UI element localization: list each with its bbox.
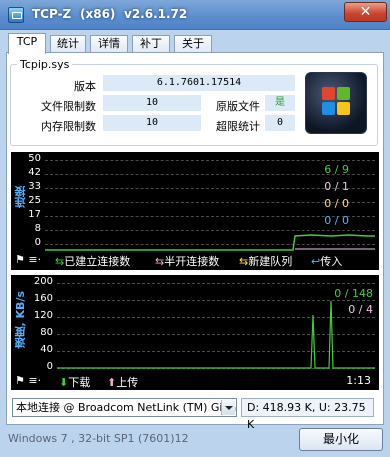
legend-download-label: 下载 bbox=[68, 376, 91, 389]
adapter-select[interactable]: 本地连接 @ Broadcom NetLink (TM) Gigal bbox=[12, 398, 237, 417]
tab-stats[interactable]: 统计 bbox=[50, 35, 86, 53]
tab-tcp[interactable]: TCP bbox=[8, 33, 46, 54]
legend-queue-icon: ⇆ bbox=[239, 255, 249, 268]
legend-upload: ⬆上传 bbox=[107, 374, 138, 390]
mem-limit-label: 内存限制数 bbox=[41, 120, 96, 133]
overlimit-value: 0 bbox=[264, 114, 296, 132]
legend-download-icon: ⬇ bbox=[59, 376, 69, 389]
app-icon bbox=[8, 7, 24, 23]
close-button[interactable]: ✕ bbox=[344, 2, 387, 22]
legend-download: ⬇下载 bbox=[59, 374, 90, 390]
legend-incoming-label: 传入 bbox=[320, 255, 343, 268]
connections-graph: 连接 50 42 33 25 17 8 0 6 / 9 0 / 1 0 / 0 … bbox=[11, 152, 379, 270]
legend-established: ⇆已建立连接数 bbox=[55, 253, 130, 269]
graph-options-icon[interactable]: ⚑ ≡· bbox=[15, 253, 41, 266]
speed-stat-download: 0 / 148 bbox=[334, 287, 373, 300]
title-bar[interactable]: TCP-Z (x86) v2.6.1.72 ✕ bbox=[0, 0, 390, 30]
conn-stat-established: 6 / 9 bbox=[324, 163, 349, 176]
chevron-down-icon[interactable] bbox=[221, 400, 235, 415]
version-value: 6.1.7601.17514 bbox=[102, 74, 296, 92]
adapter-select-value: 本地连接 @ Broadcom NetLink (TM) Gigal bbox=[16, 401, 237, 414]
legend-established-icon: ⇆ bbox=[55, 255, 65, 268]
legend-halfopen-label: 半开连接数 bbox=[164, 255, 220, 268]
window-arch: (x86) bbox=[80, 7, 116, 21]
version-label: 版本 bbox=[74, 80, 96, 93]
os-info: Windows 7 , 32-bit SP1 (7601)12 bbox=[8, 432, 189, 445]
group-title: Tcpip.sys bbox=[17, 58, 73, 71]
speed-stat-upload: 0 / 4 bbox=[348, 303, 373, 316]
graph-options-icon[interactable]: ⚑ ≡· bbox=[15, 374, 41, 387]
speed-line bbox=[57, 300, 375, 369]
legend-upload-label: 上传 bbox=[116, 376, 139, 389]
windows-logo bbox=[305, 72, 367, 134]
legend-established-label: 已建立连接数 bbox=[64, 255, 131, 268]
tab-about[interactable]: 关于 bbox=[174, 35, 212, 53]
speed-graph: 速度, KB/s 200 160 120 80 40 0 0 / 148 0 /… bbox=[11, 275, 379, 390]
window-version: v2.6.1.72 bbox=[124, 7, 188, 21]
legend-incoming-icon: ↩ bbox=[311, 255, 321, 268]
overlimit-label: 超限统计 bbox=[216, 120, 260, 133]
legend-halfopen: ⇆半开连接数 bbox=[155, 253, 219, 269]
legend-halfopen-icon: ⇆ bbox=[155, 255, 165, 268]
windows-flag-icon bbox=[322, 87, 352, 117]
tab-patch[interactable]: 补丁 bbox=[132, 35, 170, 53]
window-title: TCP-Z bbox=[32, 7, 72, 21]
legend-queue-label: 新建队列 bbox=[248, 255, 293, 268]
conn-stat-incoming: 0 / 0 bbox=[324, 214, 349, 227]
file-limit-label: 文件限制数 bbox=[41, 100, 96, 113]
original-file-label: 原版文件 bbox=[216, 100, 260, 113]
legend-queue: ⇆新建队列 bbox=[239, 253, 292, 269]
conn-stat-halfopen: 0 / 1 bbox=[324, 180, 349, 193]
file-limit-value: 10 bbox=[102, 94, 202, 112]
tab-details[interactable]: 详情 bbox=[90, 35, 128, 53]
legend-upload-icon: ⬆ bbox=[107, 376, 117, 389]
conn-stat-queue: 0 / 0 bbox=[324, 197, 349, 210]
rate-display: D: 418.93 K, U: 23.75 K bbox=[241, 398, 374, 431]
minimize-button[interactable]: 最小化 bbox=[299, 428, 383, 451]
legend-incoming: ↩传入 bbox=[311, 253, 342, 269]
elapsed-time: 1:13 bbox=[346, 374, 371, 387]
mem-limit-value: 10 bbox=[102, 114, 202, 132]
original-file-value: 是 bbox=[264, 94, 296, 112]
